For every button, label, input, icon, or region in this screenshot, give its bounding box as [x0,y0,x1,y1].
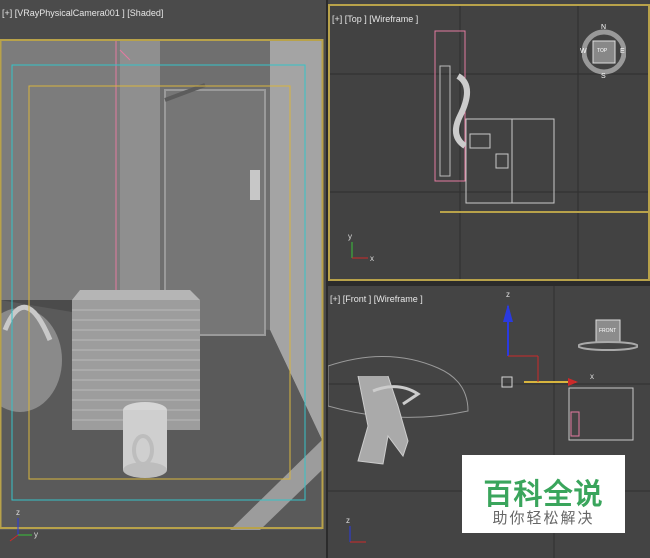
camera-axis-y-label: y [34,530,38,539]
front-viewport-label[interactable]: [+] [Front ] [Wireframe ] [330,294,423,304]
compass-e-label: E [620,48,625,55]
camera-viewport[interactable]: [+] [VRayPhysicalCamera001 ] [Shaded] z … [0,0,326,558]
viewcube-icon [577,319,639,351]
front-axis-z-label: z [346,516,350,525]
watermark: 百科全说 助你轻松解决 [462,455,625,533]
front-gizmo-x-label: x [590,372,594,381]
compass-w-label: W [580,48,587,55]
camera-viewport-label[interactable]: [+] [VRayPhysicalCamera001 ] [Shaded] [2,8,163,18]
top-viewport-label[interactable]: [+] [Top ] [Wireframe ] [332,14,418,24]
top-viewport[interactable]: [+] [Top ] [Wireframe ] TOP N S E W y x [328,4,650,281]
compass-s-label: S [601,73,606,80]
front-gizmo-z-label: z [506,290,510,299]
viewcube-front-face: FRONT [599,328,617,334]
viewcube-front[interactable]: FRONT [577,316,639,356]
top-axis-x-label: x [370,254,374,263]
camera-scene [0,0,326,558]
viewcube-top[interactable]: TOP N S E W [580,24,627,82]
watermark-subtitle: 助你轻松解决 [492,509,595,527]
compass-n-label: N [601,24,607,31]
camera-axis-z-label: z [16,508,20,517]
viewcube-top-face: TOP [597,48,608,54]
top-axis-y-label: y [348,232,352,241]
